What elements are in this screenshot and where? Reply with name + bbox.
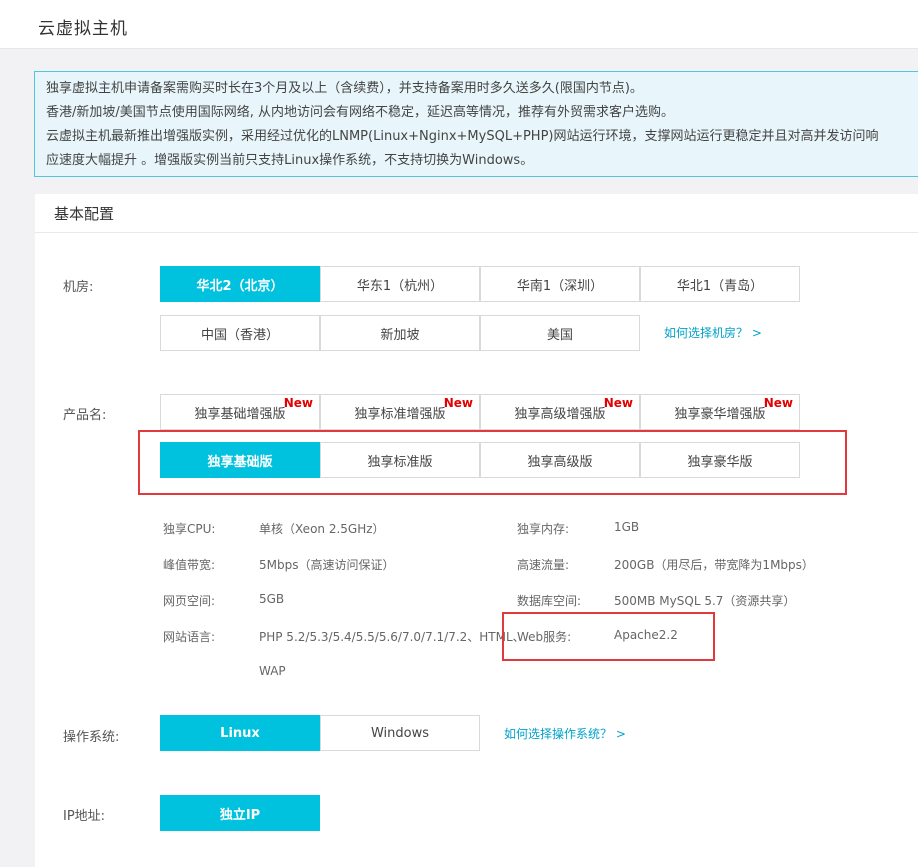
- product-option-standard[interactable]: 独享标准版: [320, 442, 480, 478]
- spec-webservice-label: Web服务:: [517, 630, 572, 644]
- spec-language-label: 网站语言:: [163, 630, 216, 644]
- product-option-basic-enhanced[interactable]: 独享基础增强版 New: [160, 394, 320, 430]
- product-option-label: 独享标准增强版: [354, 406, 446, 422]
- panel-title: 基本配置: [54, 205, 115, 223]
- spec-memory-value: 1GB: [614, 520, 640, 534]
- new-badge: New: [283, 396, 313, 410]
- os-option-linux[interactable]: Linux: [160, 715, 320, 751]
- spec-bandwidth-label: 峰值带宽:: [163, 558, 216, 572]
- region-option-qingdao[interactable]: 华北1（青岛）: [640, 266, 800, 302]
- product-option-advanced[interactable]: 独享高级版: [480, 442, 640, 478]
- spec-language-value: PHP 5.2/5.3/5.4/5.5/5.6/7.0/7.1/7.2、HTML…: [259, 630, 525, 644]
- os-option-windows[interactable]: Windows: [320, 715, 480, 751]
- region-label: 机房:: [63, 280, 94, 295]
- spec-traffic-value: 200GB（用尽后，带宽降为1Mbps）: [614, 558, 814, 572]
- region-option-usa[interactable]: 美国: [480, 315, 640, 351]
- spec-traffic-label: 高速流量:: [517, 558, 570, 572]
- spec-cpu-value: 单核（Xeon 2.5GHz）: [259, 522, 385, 536]
- spec-language-value-cont: WAP: [259, 664, 286, 678]
- page-header: 云虚拟主机: [0, 0, 918, 49]
- new-badge: New: [603, 396, 633, 410]
- notice-box: 独享虚拟主机申请备案需购买时长在3个月及以上（含续费），并支持备案用时多久送多久…: [34, 71, 918, 177]
- page-title: 云虚拟主机: [38, 19, 128, 39]
- product-option-luxury-enhanced[interactable]: 独享豪华增强版 New: [640, 394, 800, 430]
- region-option-beijing[interactable]: 华北2（北京）: [160, 266, 320, 302]
- region-option-singapore[interactable]: 新加坡: [320, 315, 480, 351]
- os-label: 操作系统:: [63, 730, 120, 745]
- product-option-luxury[interactable]: 独享豪华版: [640, 442, 800, 478]
- region-option-hongkong[interactable]: 中国（香港）: [160, 315, 320, 351]
- region-option-shenzhen[interactable]: 华南1（深圳）: [480, 266, 640, 302]
- spec-cpu-label: 独享CPU:: [163, 522, 216, 536]
- notice-line: 香港/新加坡/美国节点使用国际网络, 从内地访问会有网络不稳定，延迟高等情况，推…: [46, 105, 675, 120]
- ip-option-dedicated[interactable]: 独立IP: [160, 795, 320, 831]
- product-option-advanced-enhanced[interactable]: 独享高级增强版 New: [480, 394, 640, 430]
- panel-header: 基本配置: [35, 194, 918, 233]
- config-panel: 基本配置 机房: 华北2（北京） 华东1（杭州） 华南1（深圳） 华北1（青岛）…: [35, 194, 918, 867]
- spec-bandwidth-value: 5Mbps（高速访问保证）: [259, 558, 395, 572]
- product-label: 产品名:: [63, 408, 107, 423]
- spec-webservice-value: Apache2.2: [614, 628, 678, 642]
- notice-line: 应速度大幅提升 。增强版实例当前只支持Linux操作系统，不支持切换为Windo…: [46, 153, 534, 168]
- spec-database-value: 500MB MySQL 5.7（资源共享）: [614, 594, 796, 608]
- spec-webspace-label: 网页空间:: [163, 594, 216, 608]
- region-help-link[interactable]: 如何选择机房？ >: [664, 324, 762, 341]
- product-option-standard-enhanced[interactable]: 独享标准增强版 New: [320, 394, 480, 430]
- product-option-label: 独享基础增强版: [194, 406, 286, 422]
- product-option-basic[interactable]: 独享基础版: [160, 442, 320, 478]
- spec-webspace-value: 5GB: [259, 592, 285, 606]
- region-option-hangzhou[interactable]: 华东1（杭州）: [320, 266, 480, 302]
- new-badge: New: [443, 396, 473, 410]
- product-option-label: 独享高级增强版: [514, 406, 606, 422]
- notice-line: 云虚拟主机最新推出增强版实例，采用经过优化的LNMP(Linux+Nginx+M…: [46, 129, 879, 144]
- os-help-link[interactable]: 如何选择操作系统？ >: [504, 725, 626, 742]
- new-badge: New: [763, 396, 793, 410]
- ip-label: IP地址:: [63, 809, 106, 824]
- notice-line: 独享虚拟主机申请备案需购买时长在3个月及以上（含续费），并支持备案用时多久送多久…: [46, 81, 643, 96]
- product-option-label: 独享豪华增强版: [674, 406, 766, 422]
- spec-memory-label: 独享内存:: [517, 522, 570, 536]
- spec-database-label: 数据库空间:: [517, 594, 582, 608]
